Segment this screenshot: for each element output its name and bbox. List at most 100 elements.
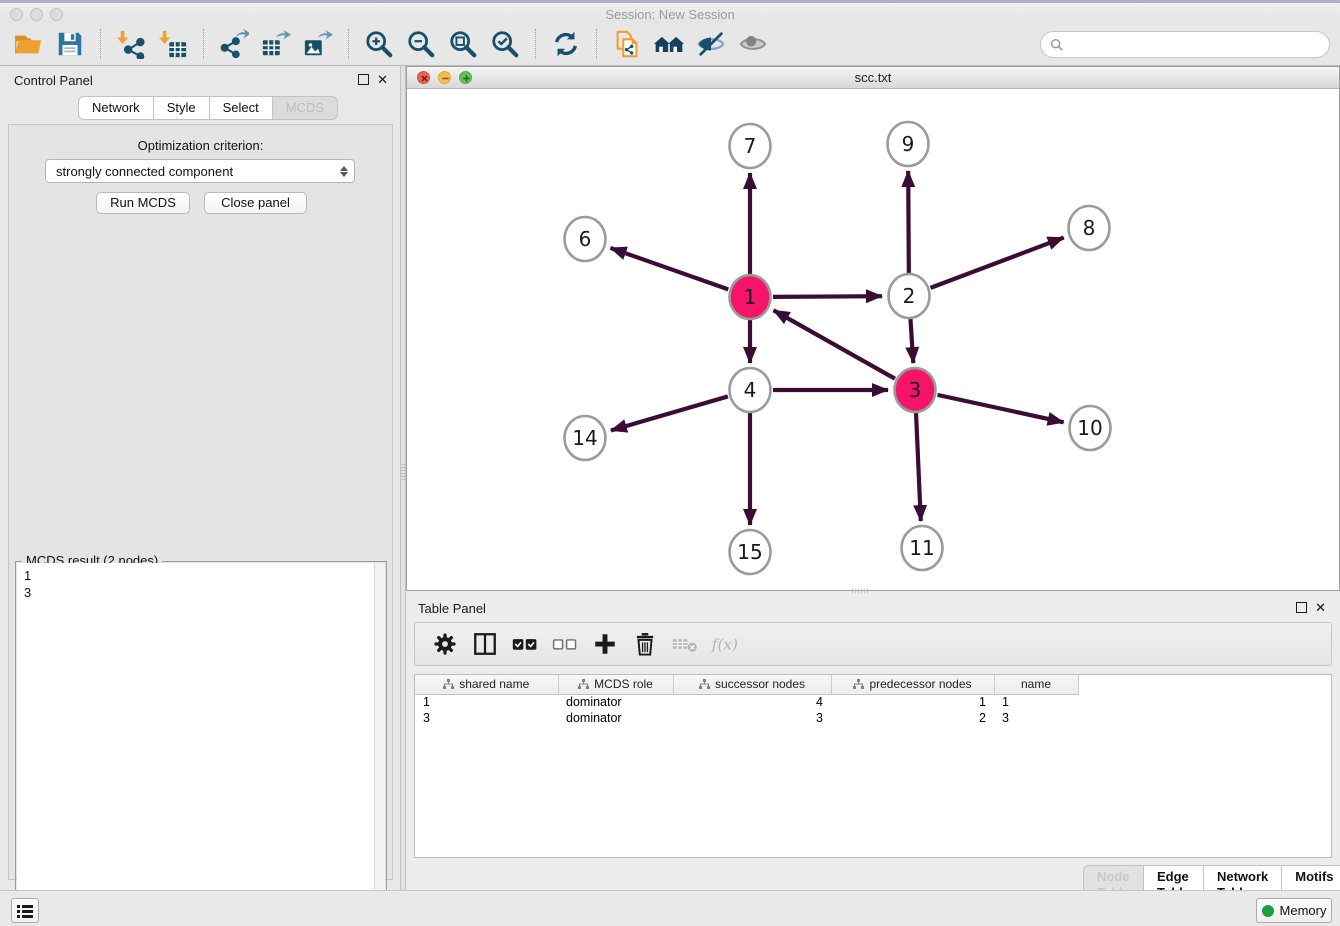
column-header-shared-name[interactable]: shared name [415, 675, 558, 694]
zoom-in-icon[interactable] [363, 28, 395, 60]
save-session-icon[interactable] [54, 28, 86, 60]
result-line: 3 [24, 584, 385, 601]
memory-label: Memory [1280, 903, 1327, 918]
toolbar-separator [100, 29, 101, 59]
graph-node-7[interactable]: 7 [730, 124, 771, 168]
splitter-grip[interactable] [401, 464, 405, 482]
graph-node-9[interactable]: 9 [888, 122, 929, 166]
column-header-mcds-role[interactable]: MCDS role [558, 675, 673, 694]
attribute-icon [699, 679, 710, 689]
export-table-icon[interactable] [260, 28, 292, 60]
cell-mcds-role[interactable]: dominator [558, 694, 673, 710]
graph-edge-2-3[interactable] [910, 319, 913, 363]
cell-shared-name[interactable]: 1 [415, 694, 558, 710]
zoom-out-icon[interactable] [405, 28, 437, 60]
tab-network[interactable]: Network [78, 96, 154, 120]
float-table-panel-icon[interactable] [1296, 602, 1307, 613]
graph-edge-3-11[interactable] [916, 413, 921, 521]
toolbar-separator [535, 29, 536, 59]
toolbar-separator [203, 29, 204, 59]
cell-name[interactable]: 3 [994, 710, 1078, 726]
attribute-icon [853, 679, 864, 689]
import-table-icon[interactable] [157, 28, 189, 60]
list-icon [16, 903, 34, 919]
graph-node-11[interactable]: 11 [902, 526, 943, 570]
graph-node-2[interactable]: 2 [889, 274, 930, 318]
show-columns-icon[interactable] [469, 628, 501, 660]
tab-style[interactable]: Style [154, 96, 210, 120]
cell-mcds-role[interactable]: dominator [558, 710, 673, 726]
graph-node-8[interactable]: 8 [1069, 206, 1110, 250]
graph-node-15[interactable]: 15 [730, 530, 771, 574]
cell-successor-nodes[interactable]: 4 [673, 694, 831, 710]
optimization-criterion-dropdown[interactable]: strongly connected component [45, 159, 355, 183]
graph-node-label: 9 [902, 132, 915, 156]
graph-edge-2-8[interactable] [931, 238, 1064, 288]
close-panel-button[interactable]: Close panel [204, 192, 307, 214]
zoom-selected-icon[interactable] [489, 28, 521, 60]
export-image-icon[interactable] [302, 28, 334, 60]
select-all-icon[interactable] [509, 628, 541, 660]
memory-button[interactable]: Memory [1256, 898, 1332, 923]
deselect-all-icon[interactable] [549, 628, 581, 660]
tab-mcds[interactable]: MCDS [273, 96, 338, 120]
close-table-panel-icon[interactable]: ✕ [1315, 602, 1326, 613]
float-panel-icon[interactable] [358, 74, 369, 85]
graph-node-3[interactable]: 3 [895, 368, 936, 412]
network-canvas[interactable]: 7 9 6 8 1 2 4 3 14 10 15 11 [407, 89, 1339, 590]
table-panel: Table Panel ✕ [406, 595, 1340, 890]
hide-selection-icon[interactable] [695, 28, 727, 60]
graph-edge-4-14[interactable] [611, 396, 728, 430]
import-network-icon[interactable] [115, 28, 147, 60]
search-field[interactable] [1040, 31, 1330, 58]
cell-predecessor-nodes[interactable]: 1 [831, 694, 994, 710]
duplicate-network-icon[interactable] [611, 28, 643, 60]
graph-node-label: 10 [1077, 416, 1102, 440]
table-row[interactable]: 3 dominator 3 2 3 [415, 710, 1331, 726]
graph-node-4[interactable]: 4 [730, 368, 771, 412]
result-scrollbar[interactable] [374, 563, 385, 926]
table-panel-title: Table Panel [418, 601, 486, 616]
window-titlebar: Session: New Session [0, 3, 1340, 23]
graph-edge-3-1[interactable] [774, 310, 895, 378]
cell-shared-name[interactable]: 3 [415, 710, 558, 726]
delete-column-icon[interactable] [629, 628, 661, 660]
node-table[interactable]: shared name MCDS role successor nodes pr… [414, 674, 1332, 858]
export-network-icon[interactable] [218, 28, 250, 60]
close-panel-icon[interactable]: ✕ [377, 74, 388, 85]
network-window-titlebar[interactable]: scc.txt [407, 67, 1339, 89]
zoom-fit-icon[interactable] [447, 28, 479, 60]
run-mcds-button[interactable]: Run MCDS [96, 192, 190, 214]
graph-node-1[interactable]: 1 [730, 275, 771, 319]
table-row[interactable]: 1 dominator 4 1 1 [415, 694, 1331, 710]
create-column-icon[interactable] [589, 628, 621, 660]
column-header-name[interactable]: name [994, 675, 1078, 694]
graph-node-label: 8 [1083, 216, 1096, 240]
function-builder-icon-disabled: f(x) [709, 628, 741, 660]
mcds-panel: Optimization criterion: strongly connect… [8, 124, 393, 880]
cell-name[interactable]: 1 [994, 694, 1078, 710]
task-history-button[interactable] [11, 898, 39, 923]
graph-edge-3-10[interactable] [937, 395, 1063, 422]
search-input[interactable] [1069, 37, 1329, 52]
graph-node-6[interactable]: 6 [565, 217, 606, 261]
open-session-icon[interactable] [12, 28, 44, 60]
cell-successor-nodes[interactable]: 3 [673, 710, 831, 726]
refresh-icon[interactable] [550, 28, 582, 60]
column-header-successor-nodes[interactable]: successor nodes [673, 675, 831, 694]
tab-select[interactable]: Select [210, 96, 273, 120]
graph-node-14[interactable]: 14 [565, 416, 606, 460]
graph-edge-1-2[interactable] [773, 296, 882, 297]
cell-predecessor-nodes[interactable]: 2 [831, 710, 994, 726]
table-settings-gear-icon[interactable] [429, 628, 461, 660]
home-icon[interactable] [653, 28, 685, 60]
splitter-grip-horizontal[interactable] [852, 589, 868, 593]
graph-node-10[interactable]: 10 [1070, 406, 1111, 450]
graph-edge-2-9[interactable] [908, 171, 909, 273]
mcds-result-list[interactable]: 1 3 [17, 563, 385, 926]
graph-node-label: 7 [744, 134, 757, 158]
show-all-icon[interactable] [737, 28, 769, 60]
graph-node-label: 1 [744, 285, 757, 309]
graph-edge-1-6[interactable] [610, 248, 728, 289]
column-header-predecessor-nodes[interactable]: predecessor nodes [831, 675, 994, 694]
